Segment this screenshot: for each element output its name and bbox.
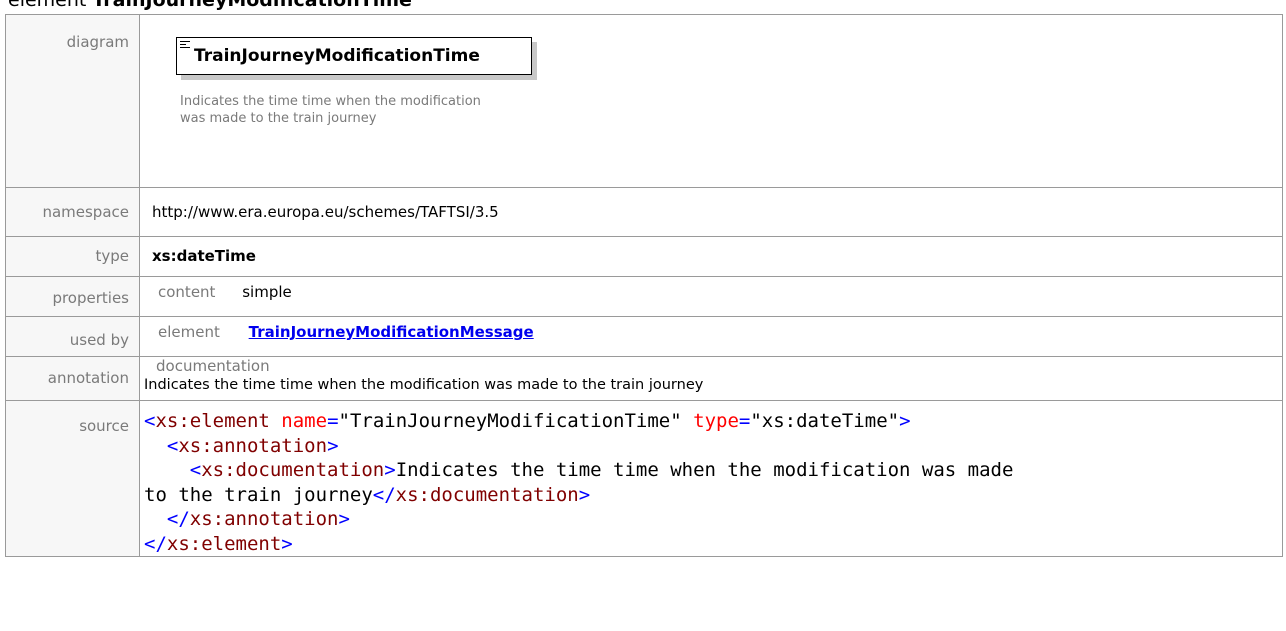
element-diagram: TrainJourneyModificationTime xyxy=(176,37,537,81)
source-row: source <xs:element name="TrainJourneyMod… xyxy=(5,400,1283,557)
annotation-row: annotation documentation Indicates the t… xyxy=(5,356,1283,401)
diagram-node-label: TrainJourneyModificationTime xyxy=(194,46,480,66)
used-by-kind: element xyxy=(158,323,220,341)
type-value: xs:dateTime xyxy=(152,247,256,265)
used-by-label: used by xyxy=(69,331,129,349)
code-element-tag: xs:element xyxy=(155,410,270,432)
heading-element-name: TrainJourneyModificationTime xyxy=(92,0,412,11)
used-by-link[interactable]: TrainJourneyModificationMessage xyxy=(249,323,534,341)
namespace-row: namespace http://www.era.europa.eu/schem… xyxy=(5,187,1283,237)
annotation-label: annotation xyxy=(47,369,129,387)
namespace-value: http://www.era.europa.eu/schemes/TAFTSI/… xyxy=(152,203,499,221)
diagram-row: diagram TrainJourneyModificationTime Ind… xyxy=(5,14,1283,188)
element-doc-table: diagram TrainJourneyModificationTime Ind… xyxy=(5,14,1283,557)
property-key: content xyxy=(158,283,216,301)
namespace-label: namespace xyxy=(42,203,129,221)
properties-label: properties xyxy=(52,289,129,307)
source-label: source xyxy=(79,417,129,435)
page-heading: element TrainJourneyModificationTime xyxy=(8,0,412,12)
type-label: type xyxy=(95,247,129,265)
type-row: type xs:dateTime xyxy=(5,236,1283,277)
diagram-label: diagram xyxy=(66,33,129,51)
source-code: <xs:element name="TrainJourneyModificati… xyxy=(144,410,1014,555)
used-by-row: used by element TrainJourneyModification… xyxy=(5,316,1283,357)
properties-row: properties content simple xyxy=(5,276,1283,317)
documentation-lines-icon xyxy=(180,41,190,50)
diagram-element-node[interactable]: TrainJourneyModificationTime xyxy=(176,37,532,75)
annotation-doc-label: documentation xyxy=(156,357,270,375)
diagram-documentation: Indicates the time time when the modific… xyxy=(180,94,481,126)
annotation-text: Indicates the time time when the modific… xyxy=(144,377,704,393)
heading-prefix: element xyxy=(8,0,87,11)
property-value: simple xyxy=(242,283,292,301)
